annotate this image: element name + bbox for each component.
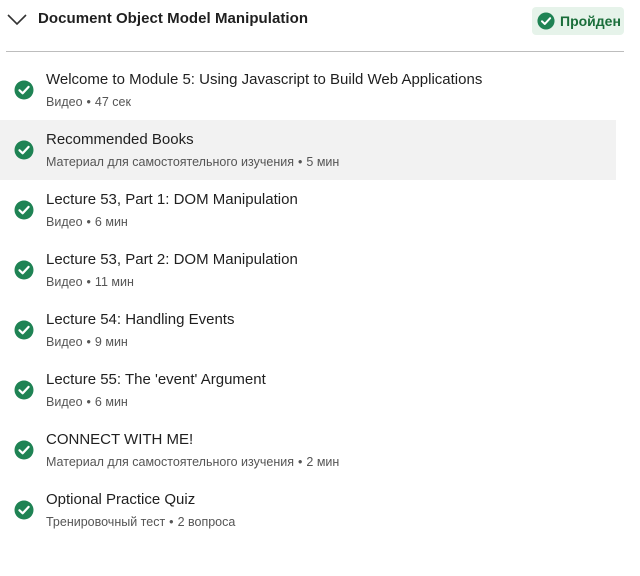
item-type: Видео xyxy=(46,95,83,109)
item-duration: 47 сек xyxy=(94,95,131,109)
item-type: Видео xyxy=(46,215,83,229)
separator-dot: • xyxy=(86,215,91,229)
list-item[interactable]: Welcome to Module 5: Using Javascript to… xyxy=(0,60,616,120)
separator-dot: • xyxy=(298,155,303,169)
item-title[interactable]: CONNECT WITH ME! xyxy=(46,431,193,448)
item-title[interactable]: Welcome to Module 5: Using Javascript to… xyxy=(46,71,482,88)
check-circle-icon xyxy=(14,200,34,220)
item-duration: 6 мин xyxy=(94,395,128,409)
module-header[interactable]: Document Object Model Manipulation Пройд… xyxy=(0,0,624,40)
item-duration: 11 мин xyxy=(94,275,134,289)
list-item[interactable]: Lecture 53, Part 2: DOM Manipulation Виде… xyxy=(0,240,616,300)
list-item[interactable]: Lecture 53, Part 1: DOM Manipulation Виде… xyxy=(0,180,616,240)
check-circle-icon xyxy=(14,320,34,340)
status-label: Пройден xyxy=(560,13,621,29)
item-title[interactable]: Lecture 55: The 'event' Argument xyxy=(46,371,266,388)
check-circle-icon xyxy=(14,440,34,460)
separator-dot: • xyxy=(298,455,303,469)
check-circle-icon xyxy=(14,140,34,160)
item-meta: Видео • 6 мин xyxy=(46,215,128,229)
item-meta: Видео • 9 мин xyxy=(46,335,128,349)
list-item[interactable]: Recommended Books Материал для самостояте… xyxy=(0,120,616,180)
separator-dot: • xyxy=(86,275,91,289)
item-meta: Тренировочный тест • 2 вопроса xyxy=(46,515,235,529)
chevron-down-icon[interactable] xyxy=(6,11,28,27)
module-section: Document Object Model Manipulation Пройд… xyxy=(0,0,640,576)
check-circle-icon xyxy=(14,80,34,100)
item-title[interactable]: Lecture 53, Part 2: DOM Manipulation xyxy=(46,251,298,268)
item-meta: Видео • 47 сек xyxy=(46,95,131,109)
item-title[interactable]: Lecture 54: Handling Events xyxy=(46,311,234,328)
item-duration: 9 мин xyxy=(94,335,128,349)
item-type: Тренировочный тест xyxy=(46,515,166,529)
check-circle-icon xyxy=(14,380,34,400)
item-meta: Материал для самостоятельного изучения • 2… xyxy=(46,455,339,469)
item-meta: Видео • 11 мин xyxy=(46,275,134,289)
item-type: Материал для самостоятельного изучения xyxy=(46,155,294,169)
divider xyxy=(6,51,624,52)
check-circle-icon xyxy=(537,12,555,30)
list-item[interactable]: Optional Practice Quiz Тренировочный тест… xyxy=(0,480,616,540)
check-circle-icon xyxy=(14,500,34,520)
item-type: Видео xyxy=(46,335,83,349)
item-duration: 2 мин xyxy=(306,455,340,469)
list-item[interactable]: Lecture 54: Handling Events Видео • 9 мин xyxy=(0,300,616,360)
item-duration: 2 вопроса xyxy=(177,515,236,529)
item-title[interactable]: Optional Practice Quiz xyxy=(46,491,195,508)
separator-dot: • xyxy=(86,395,91,409)
item-meta: Материал для самостоятельного изучения • 5… xyxy=(46,155,339,169)
item-meta: Видео • 6 мин xyxy=(46,395,128,409)
item-type: Видео xyxy=(46,275,83,289)
separator-dot: • xyxy=(169,515,174,529)
item-title[interactable]: Recommended Books xyxy=(46,131,194,148)
check-circle-icon xyxy=(14,260,34,280)
item-title[interactable]: Lecture 53, Part 1: DOM Manipulation xyxy=(46,191,298,208)
separator-dot: • xyxy=(86,95,91,109)
module-title: Document Object Model Manipulation xyxy=(38,10,309,27)
item-list: Welcome to Module 5: Using Javascript to… xyxy=(0,60,640,540)
item-duration: 5 мин xyxy=(306,155,340,169)
status-badge: Пройден xyxy=(532,7,624,35)
list-item[interactable]: Lecture 55: The 'event' Argument Видео • 6 … xyxy=(0,360,616,420)
list-item[interactable]: CONNECT WITH ME! Материал для самостоятел… xyxy=(0,420,616,480)
separator-dot: • xyxy=(86,335,91,349)
item-type: Материал для самостоятельного изучения xyxy=(46,455,294,469)
item-duration: 6 мин xyxy=(94,215,128,229)
item-type: Видео xyxy=(46,395,83,409)
